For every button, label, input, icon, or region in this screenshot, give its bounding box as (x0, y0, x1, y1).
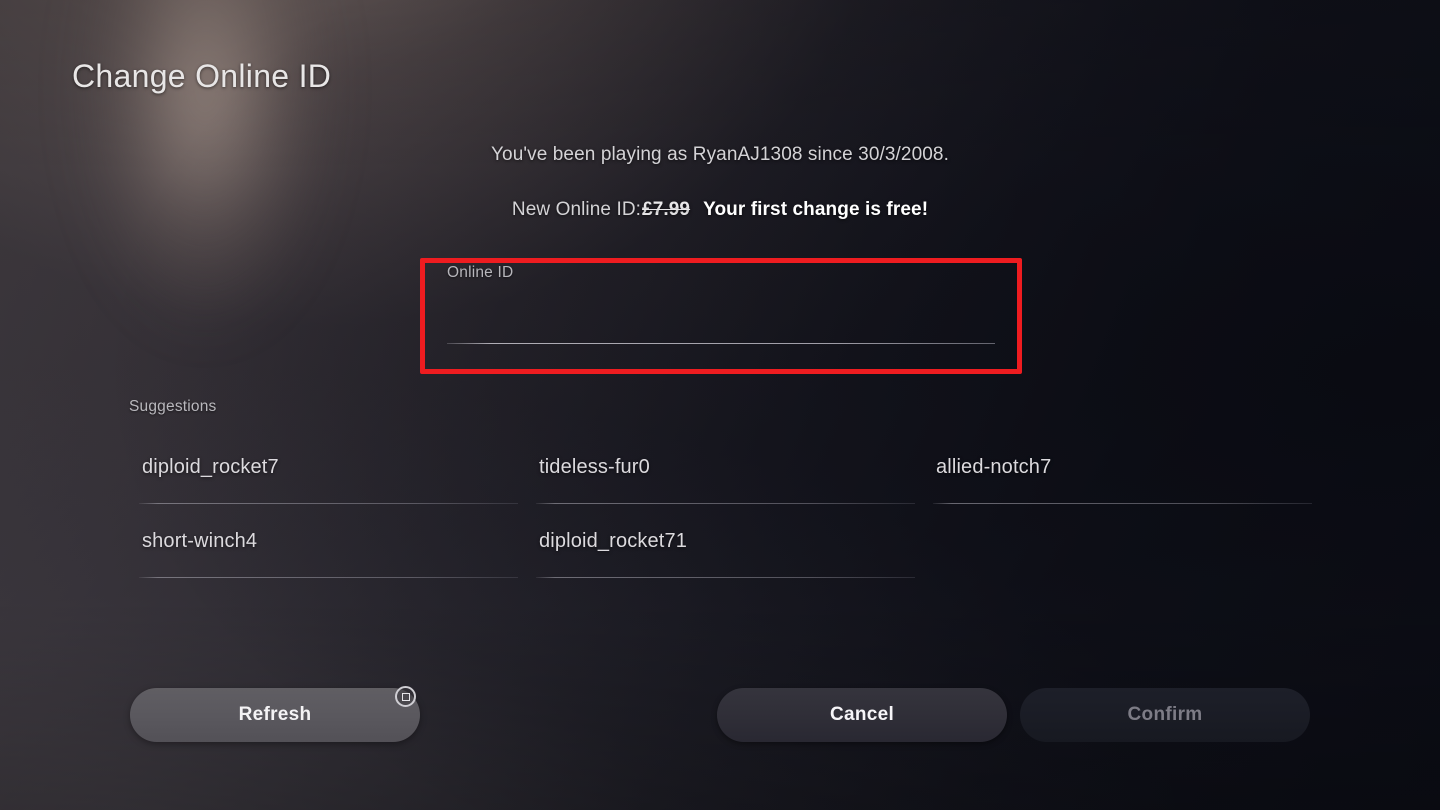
online-id-label: Online ID (447, 264, 514, 281)
confirm-button-label: Confirm (1127, 704, 1203, 725)
suggestion-label: allied-notch7 (936, 455, 1052, 478)
suggestion-cell: short-winch4 (129, 504, 518, 578)
suggestion-item-4[interactable]: diploid_rocket71 (526, 504, 915, 578)
suggestion-cell: tideless-fur0 (526, 430, 915, 504)
online-id-field-group: Online ID (447, 264, 995, 354)
online-id-input[interactable] (447, 294, 995, 340)
suggestion-item-1[interactable]: tideless-fur0 (526, 430, 915, 504)
cancel-button-label: Cancel (829, 704, 895, 725)
suggestion-cell: allied-notch7 (923, 430, 1312, 504)
suggestions-grid: diploid_rocket7 tideless-fur0 allied-not… (129, 430, 1312, 578)
online-id-underline (447, 342, 995, 344)
refresh-button-label: Refresh (238, 704, 312, 725)
suggestion-cell: diploid_rocket7 (129, 430, 518, 504)
suggestion-item-empty (923, 504, 1312, 578)
page-title: Change Online ID (72, 58, 332, 94)
suggestion-item-2[interactable]: allied-notch7 (923, 430, 1312, 504)
refresh-button[interactable]: Refresh (130, 686, 420, 742)
change-online-id-screen: Change Online ID You've been playing as … (0, 0, 1440, 810)
suggestion-label: short-winch4 (142, 529, 258, 552)
free-change-note: Your first change is free! (703, 199, 929, 220)
suggestion-label: diploid_rocket7 (142, 455, 279, 478)
cancel-button[interactable]: Cancel (717, 688, 1007, 742)
playing-since-text: You've been playing as RyanAJ1308 since … (491, 144, 949, 165)
suggestion-item-0[interactable]: diploid_rocket7 (129, 430, 518, 504)
new-id-prefix-label: New Online ID: (511, 199, 642, 220)
suggestion-label: diploid_rocket71 (539, 529, 688, 552)
suggestion-label: tideless-fur0 (539, 455, 650, 478)
suggestion-item-3[interactable]: short-winch4 (129, 504, 518, 578)
suggestions-heading: Suggestions (129, 398, 217, 415)
suggestion-cell-empty (923, 504, 1312, 578)
confirm-button[interactable]: Confirm (1020, 688, 1310, 742)
new-online-id-price-line: New Online ID:£7.99 Your first change is … (0, 199, 1440, 221)
struck-price-label: £7.99 (642, 199, 691, 220)
playstation-square-icon (395, 686, 416, 707)
suggestion-cell: diploid_rocket71 (526, 504, 915, 578)
